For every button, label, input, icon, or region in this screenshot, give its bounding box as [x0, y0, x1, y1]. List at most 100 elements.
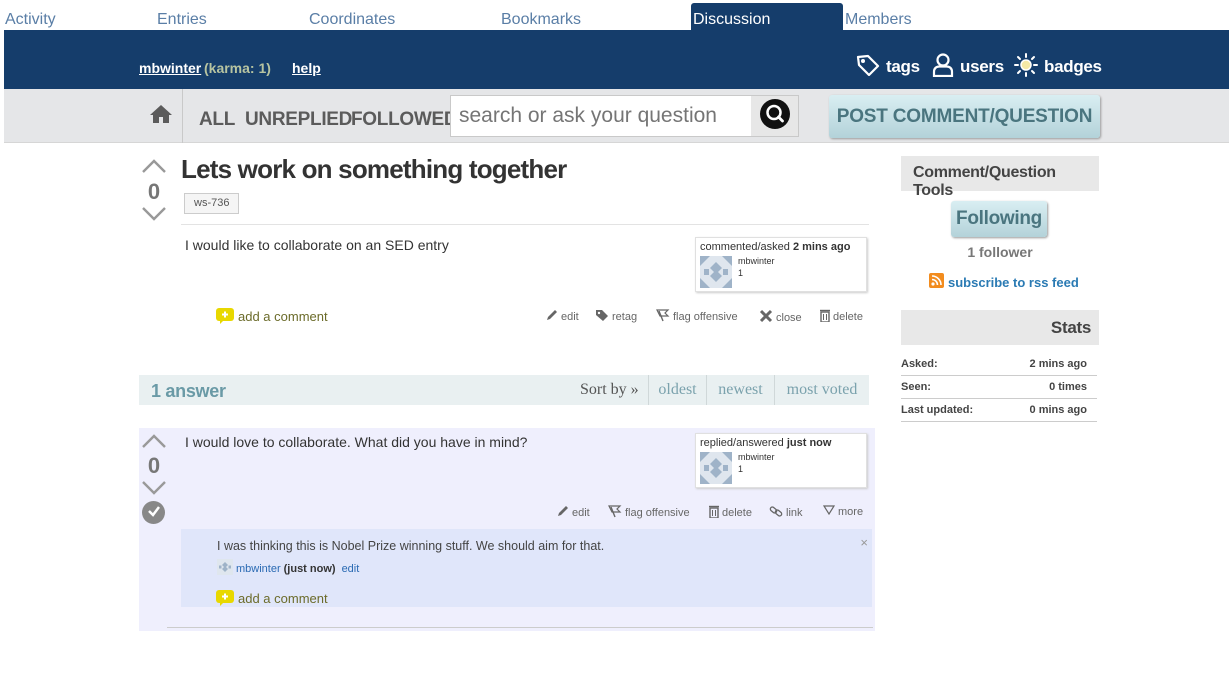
trash-icon [709, 505, 722, 521]
rss-label: subscribe to rss feed [948, 274, 1079, 290]
comment-icon [216, 308, 234, 324]
question-tag[interactable]: ws-736 [184, 193, 240, 214]
add-comment-label: add a comment [238, 308, 328, 324]
question-flag-button[interactable]: flag offensive [656, 309, 738, 325]
comment-author-link[interactable]: mbwinter [236, 563, 281, 575]
userbox-username[interactable]: mbwinter [738, 452, 775, 462]
tab-members[interactable]: Members [840, 3, 990, 30]
search-box [450, 95, 799, 137]
add-comment-label: add a comment [238, 590, 328, 606]
nav-badges-label: badges [1044, 57, 1102, 76]
sort-oldest[interactable]: oldest [648, 375, 706, 405]
help-link[interactable]: help [292, 60, 321, 76]
answer-upvote-button[interactable] [141, 433, 167, 454]
stat-asked: Asked: 2 mins ago [901, 354, 1097, 376]
answer-delete-button[interactable]: delete [709, 505, 752, 521]
divider [181, 224, 869, 225]
question-vote-count: 0 [147, 179, 161, 204]
stat-last-updated: Last updated: 0 mins ago [901, 400, 1097, 422]
question-edit-button[interactable]: edit [546, 309, 579, 324]
question-downvote-button[interactable] [141, 206, 167, 227]
action-label: close [776, 311, 802, 324]
trash-icon [820, 309, 833, 325]
question-userbox: commented/asked 2 mins ago mbwinter 1 [695, 237, 867, 292]
answer-body: I would love to collaborate. What did yo… [185, 434, 528, 450]
scope-unreplied[interactable]: UNREPLIED [245, 109, 352, 131]
user-icon [932, 52, 960, 82]
post-question-button[interactable]: POST COMMENT/QUESTION [829, 95, 1100, 138]
question-close-button[interactable]: close [759, 309, 802, 326]
answer-more-button[interactable]: more [822, 505, 864, 518]
action-label: retag [612, 311, 638, 323]
follower-count: 1 follower [967, 244, 1033, 260]
comment: I was thinking this is Nobel Prize winni… [181, 529, 872, 607]
userbox-username[interactable]: mbwinter [738, 256, 775, 266]
userbox-time: 2 mins ago [792, 241, 851, 253]
answer: 0 I would love to collaborate. What did … [139, 428, 875, 631]
action-label: flag offensive [625, 507, 690, 519]
stat-label: Asked: [901, 358, 938, 370]
userbox-reputation: 1 [738, 464, 744, 474]
comment-edit-link[interactable]: edit [342, 563, 360, 575]
question-add-comment-button[interactable]: add a comment [216, 308, 328, 324]
nav-tags[interactable]: tags [856, 54, 920, 80]
question-upvote-button[interactable] [141, 158, 167, 179]
question-delete-button[interactable]: delete [820, 309, 863, 325]
flag-icon [608, 505, 625, 521]
search-input[interactable] [451, 96, 751, 136]
avatar[interactable] [700, 256, 732, 288]
comment-delete-button[interactable]: × [860, 535, 868, 550]
top-tabs: Activity Entries Coordinates Bookmarks D… [0, 0, 1229, 30]
answer-flag-button[interactable]: flag offensive [608, 505, 690, 521]
action-label: delete [722, 507, 752, 519]
badge-icon [1014, 52, 1044, 82]
userbox-time: just now [786, 437, 832, 449]
chevron-up-icon [141, 159, 167, 178]
stats-heading: Stats [901, 310, 1099, 345]
nav-users[interactable]: users [932, 52, 1004, 82]
user-profile-link[interactable]: mbwinter [139, 60, 201, 76]
sort-most-voted[interactable]: most voted [774, 375, 869, 405]
action-label: more [838, 505, 864, 518]
tab-entries[interactable]: Entries [152, 3, 302, 30]
search-button[interactable] [751, 96, 798, 136]
site-header: mbwinter (karma: 1) help tags users badg… [4, 30, 1229, 89]
answer-edit-button[interactable]: edit [557, 505, 590, 520]
stat-label: Seen: [901, 381, 931, 393]
chevron-down-icon [141, 481, 167, 500]
chevron-down-icon [822, 505, 838, 518]
nav-badges[interactable]: badges [1014, 52, 1102, 82]
action-label: edit [561, 310, 579, 323]
answer-add-comment-button[interactable]: add a comment [216, 590, 328, 606]
sort-newest[interactable]: newest [706, 375, 774, 405]
accept-answer-button[interactable] [142, 501, 165, 524]
question-retag-button[interactable]: retag [595, 309, 637, 325]
flag-icon [656, 309, 673, 325]
tab-activity[interactable]: Activity [0, 3, 150, 30]
scope-all[interactable]: ALL [199, 109, 235, 131]
scope-followed[interactable]: FOLLOWED [351, 109, 458, 131]
home-icon [149, 104, 173, 129]
pencil-icon [557, 505, 572, 520]
tab-discussion[interactable]: Discussion [691, 3, 843, 30]
tag-icon [595, 309, 612, 325]
stat-value: 0 mins ago [1029, 404, 1087, 416]
tab-coordinates[interactable]: Coordinates [304, 3, 494, 30]
rss-subscribe-link[interactable]: subscribe to rss feed [929, 273, 1079, 291]
rss-icon [929, 273, 944, 291]
tab-bookmarks[interactable]: Bookmarks [496, 3, 686, 30]
answer-link-button[interactable]: link [769, 505, 803, 521]
chevron-up-icon [141, 434, 167, 453]
action-label: edit [572, 506, 590, 519]
avatar[interactable] [700, 452, 732, 484]
stat-value: 2 mins ago [1029, 358, 1087, 370]
action-label: delete [833, 311, 863, 323]
answer-downvote-button[interactable] [141, 480, 167, 501]
action-label: flag offensive [673, 311, 738, 323]
following-button[interactable]: Following [951, 201, 1047, 237]
tag-icon [856, 54, 886, 81]
userbox-action: replied/answered [700, 437, 784, 449]
close-icon [759, 309, 776, 326]
action-label: link [786, 507, 803, 519]
home-button[interactable] [139, 89, 183, 143]
